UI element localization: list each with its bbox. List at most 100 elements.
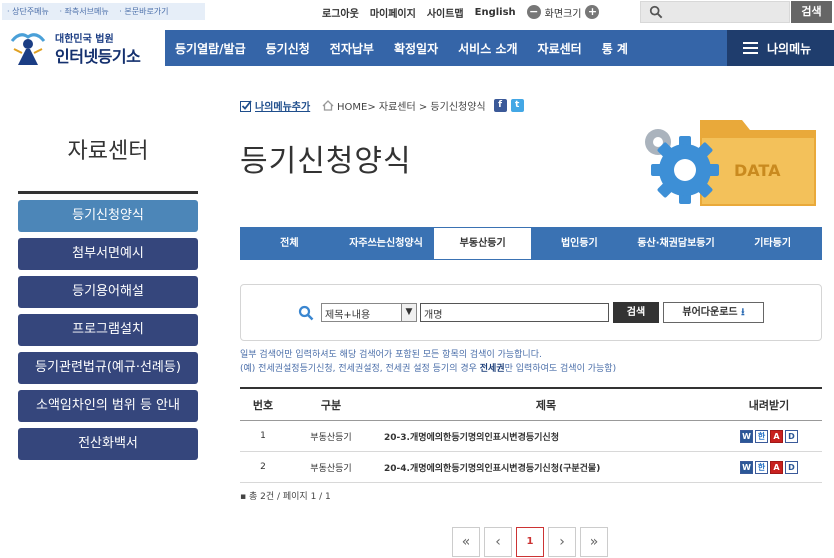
hwp-file-icon[interactable]: 한 — [755, 429, 768, 443]
search-icon — [298, 305, 314, 321]
page-title: 등기신청양식 — [240, 144, 412, 179]
skip-link-left-menu[interactable]: · 좌측서브메뉴 — [59, 7, 112, 16]
breadcrumb: HOME> 자료센터 > 등기신청양식 f t — [322, 98, 524, 113]
row-category: 부동산등기 — [310, 463, 352, 474]
breadcrumb-path: HOME> 자료센터 > 등기신청양식 — [337, 102, 486, 113]
keyword-input[interactable]: 개명 — [420, 303, 609, 322]
sidebar-item-small-tenant-guide[interactable]: 소액임차인의 범위 등 안내 — [18, 390, 198, 422]
top-search-button[interactable]: 검색 — [791, 1, 832, 23]
pdf-file-icon[interactable]: A — [770, 429, 783, 443]
sidebar-item-application-forms[interactable]: 등기신청양식 — [18, 200, 198, 232]
row-title-link[interactable]: 20-4.개명에의한등기명의인표시변경등기신청(구분건물) — [376, 461, 716, 474]
search-note-line-2: (예) 전세권설정등기신청, 전세권설정, 전세권 설정 등기의 경우 전세권만… — [240, 364, 617, 374]
tab-frequent-forms[interactable]: 자주쓰는신청양식 — [338, 228, 435, 259]
skip-links: · 상단주메뉴 · 좌측서브메뉴 · 본문바로가기 — [2, 3, 205, 20]
document-file-icon[interactable]: D — [785, 460, 798, 474]
sidebar-item-attachment-examples[interactable]: 첨부서면예시 — [18, 238, 198, 270]
row-number: 2 — [260, 462, 266, 472]
row-downloads: W 한 A D — [716, 460, 822, 474]
sidebar-item-computerization-whitepaper[interactable]: 전산화백서 — [18, 428, 198, 460]
twitter-icon[interactable]: t — [510, 99, 524, 112]
add-my-menu-label: 나의메뉴추가 — [255, 102, 311, 113]
search-notes: 일부 검색어만 입력하셔도 해당 검색어가 포함된 모든 항목의 검색이 가능합… — [240, 348, 616, 376]
hwp-file-icon[interactable]: 한 — [755, 460, 768, 474]
nav-item-statistics[interactable]: 통 계 — [592, 40, 638, 57]
mypage-link[interactable]: 마이페이지 — [370, 5, 416, 20]
form-search-panel: 제목+내용 ▼ 개명 검색 뷰어다운로드 ⭳ — [240, 284, 822, 341]
top-search-input[interactable] — [640, 1, 790, 23]
nav-item-registry-application[interactable]: 등기신청 — [256, 40, 320, 57]
court-emblem-icon — [10, 33, 46, 65]
search-field-select[interactable]: 제목+내용 ▼ — [321, 303, 417, 322]
document-file-icon[interactable]: D — [785, 429, 798, 443]
facebook-icon[interactable]: f — [493, 99, 507, 112]
last-page-button[interactable]: » — [580, 527, 608, 557]
tab-movable-property[interactable]: 동산·채권담보등기 — [628, 228, 725, 259]
viewer-download-button[interactable]: 뷰어다운로드 ⭳ — [663, 302, 764, 323]
main-nav: 등기열람/발급 등기신청 전자납부 확정일자 서비스 소개 자료센터 통 계 — [165, 30, 727, 66]
sidebar-item-program-install[interactable]: 프로그램설치 — [18, 314, 198, 346]
sidebar-title: 자료센터 — [67, 139, 149, 164]
nav-item-service-intro[interactable]: 서비스 소개 — [448, 40, 527, 57]
forms-table: 번호 구분 제목 내려받기 1 부동산등기 20-3.개명에의한등기명의인표시변… — [240, 387, 822, 483]
category-tabs: 전체 자주쓰는신청양식 부동산등기 법인등기 동산·채권담보등기 기타등기 — [240, 227, 822, 260]
header-category: 구분 — [320, 398, 342, 412]
row-number: 1 — [260, 431, 266, 441]
tab-real-estate[interactable]: 부동산등기 — [434, 228, 532, 259]
nav-item-e-payment[interactable]: 전자납부 — [320, 40, 384, 57]
pagination: « ‹ 1 › » — [452, 527, 608, 557]
pdf-file-icon[interactable]: A — [770, 460, 783, 474]
search-icon — [649, 5, 663, 19]
next-page-button[interactable]: › — [548, 527, 576, 557]
header-title: 제목 — [535, 398, 557, 412]
sidebar-item-regulations[interactable]: 등기관련법규(예규·선례등) — [18, 352, 198, 384]
tab-other[interactable]: 기타등기 — [724, 228, 821, 259]
tab-corporate[interactable]: 법인등기 — [531, 228, 628, 259]
add-my-menu-link[interactable]: 나의메뉴추가 — [240, 98, 310, 113]
zoom-in-icon[interactable]: + — [585, 5, 600, 19]
skip-link-content[interactable]: · 본문바로가기 — [119, 7, 172, 16]
data-folder-label: DATA — [734, 161, 781, 180]
home-icon — [322, 100, 334, 111]
skip-link-top-menu[interactable]: · 상단주메뉴 — [7, 7, 53, 16]
tab-all[interactable]: 전체 — [241, 228, 338, 259]
word-file-icon[interactable]: W — [740, 429, 753, 443]
logout-link[interactable]: 로그아웃 — [322, 5, 359, 20]
download-icon: ⭳ — [741, 307, 745, 318]
row-category: 부동산등기 — [310, 432, 352, 443]
header-number: 번호 — [252, 398, 274, 412]
row-title-link[interactable]: 20-3.개명에의한등기명의인표시변경등기신청 — [376, 430, 716, 443]
site-logo[interactable]: 대한민국 법원 인터넷등기소 — [8, 27, 158, 67]
sidebar-menu: 등기신청양식 첨부서면예시 등기용어해설 프로그램설치 등기관련법규(예규·선례… — [18, 200, 198, 466]
table-header: 번호 구분 제목 내려받기 — [240, 389, 822, 421]
sidebar-item-glossary[interactable]: 등기용어해설 — [18, 276, 198, 308]
current-page[interactable]: 1 — [516, 527, 544, 557]
search-button[interactable]: 검색 — [613, 302, 659, 323]
result-count: ▪ 총 2건 / 페이지 1 / 1 — [240, 492, 331, 502]
prev-page-button[interactable]: ‹ — [484, 527, 512, 557]
my-menu-button[interactable]: 나의메뉴 — [727, 30, 834, 66]
row-downloads: W 한 A D — [716, 429, 822, 443]
zoom-label: 화면크기 — [544, 8, 582, 20]
nav-item-data-center[interactable]: 자료센터 — [528, 40, 592, 57]
hamburger-icon — [743, 42, 758, 54]
data-folder-illustration: DATA — [645, 120, 816, 206]
english-link[interactable]: English — [475, 7, 516, 18]
nav-item-fixed-date[interactable]: 확정일자 — [384, 40, 448, 57]
utility-bar: 로그아웃 마이페이지 사이트맵 English − 화면크기 + — [322, 2, 600, 22]
viewer-download-label: 뷰어다운로드 — [682, 307, 738, 318]
nav-item-registry-view[interactable]: 등기열람/발급 — [165, 40, 256, 57]
my-menu-label: 나의메뉴 — [767, 41, 812, 56]
header-download: 내려받기 — [748, 398, 790, 412]
search-field-select-value: 제목+내용 — [325, 310, 371, 321]
word-file-icon[interactable]: W — [740, 460, 753, 474]
sidebar-divider — [18, 191, 198, 194]
sitemap-link[interactable]: 사이트맵 — [427, 5, 464, 20]
first-page-button[interactable]: « — [452, 527, 480, 557]
zoom-out-icon[interactable]: − — [526, 5, 541, 19]
table-row: 1 부동산등기 20-3.개명에의한등기명의인표시변경등기신청 W 한 A D — [240, 421, 822, 452]
logo-title: 인터넷등기소 — [55, 47, 141, 66]
table-row: 2 부동산등기 20-4.개명에의한등기명의인표시변경등기신청(구분건물) W … — [240, 452, 822, 483]
search-note-line-1: 일부 검색어만 입력하셔도 해당 검색어가 포함된 모든 항목의 검색이 가능합… — [240, 350, 542, 360]
checkbox-icon — [240, 99, 252, 112]
